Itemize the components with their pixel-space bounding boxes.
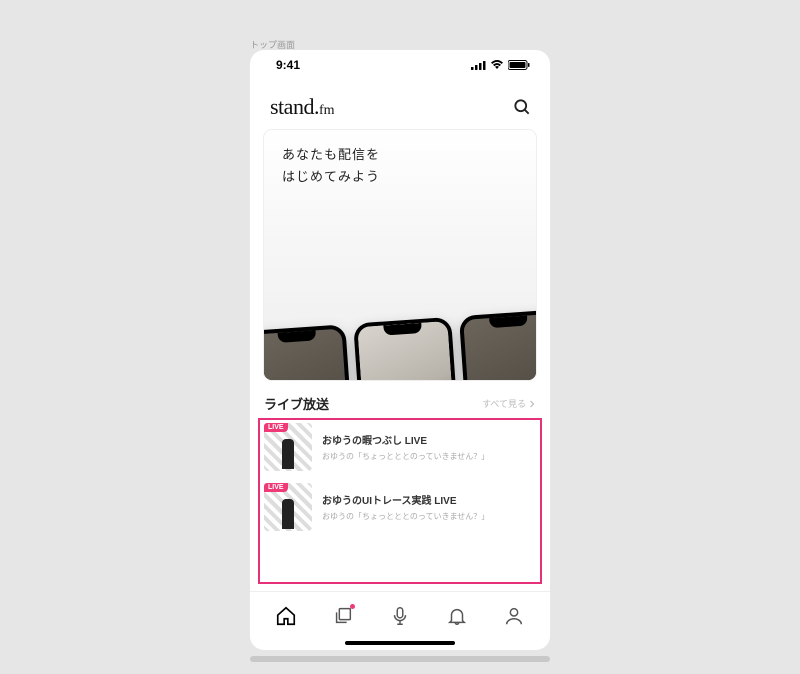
hero-banner[interactable]: あなたも配信を はじめてみよう	[264, 130, 536, 380]
live-item[interactable]: LIVE おゆうの暇つぶし LIVE おゆうの「ちょっとととのっていきません？」	[264, 423, 536, 471]
live-item-subtitle: おゆうの「ちょっとととのっていきません？」	[322, 511, 489, 522]
person-icon	[503, 605, 525, 627]
logo-sub: fm	[319, 103, 335, 118]
home-indicator	[345, 641, 455, 645]
status-bar: 9:41	[250, 50, 550, 76]
live-section-title: ライブ放送	[264, 394, 329, 413]
live-section-more[interactable]: すべて見る	[482, 397, 536, 410]
hero-text-line2: はじめてみよう	[282, 166, 536, 188]
tab-feed[interactable]	[323, 596, 363, 636]
live-item-title: おゆうのUIトレース実践 LIVE	[322, 492, 489, 507]
notification-dot-icon	[350, 604, 355, 609]
app-logo: stand.fm	[270, 94, 335, 120]
live-item[interactable]: LIVE おゆうのUIトレース実践 LIVE おゆうの「ちょっとととのっていきま…	[264, 483, 536, 531]
live-item-title: おゆうの暇つぶし LIVE	[322, 432, 489, 447]
horizontal-scrollbar[interactable]	[250, 656, 550, 662]
hero-phones-graphic	[264, 309, 536, 380]
live-thumbnail: LIVE	[264, 483, 312, 531]
wifi-icon	[490, 60, 504, 70]
microphone-icon	[389, 605, 411, 627]
hero-text-line1: あなたも配信を	[282, 144, 536, 166]
live-section-head: ライブ放送 すべて見る	[264, 394, 536, 413]
status-time: 9:41	[276, 58, 300, 72]
logo-main: stand.	[270, 94, 319, 119]
tab-profile[interactable]	[494, 596, 534, 636]
live-badge: LIVE	[264, 483, 288, 492]
tab-bar	[250, 591, 550, 639]
live-section: ライブ放送 すべて見る LIVE おゆうの暇つぶし LIVE おゆうの「ちょっと…	[250, 380, 550, 543]
live-meta: おゆうのUIトレース実践 LIVE おゆうの「ちょっとととのっていきません？」	[322, 483, 489, 531]
live-badge: LIVE	[264, 423, 288, 432]
tab-notifications[interactable]	[437, 596, 477, 636]
tab-record[interactable]	[380, 596, 420, 636]
home-icon	[275, 605, 297, 627]
search-icon[interactable]	[512, 97, 532, 117]
tab-home[interactable]	[266, 596, 306, 636]
live-section-more-label: すべて見る	[482, 397, 526, 410]
live-thumbnail: LIVE	[264, 423, 312, 471]
live-item-subtitle: おゆうの「ちょっとととのっていきません？」	[322, 451, 489, 462]
signal-icon	[471, 60, 486, 70]
battery-icon	[508, 60, 530, 70]
chevron-right-icon	[528, 400, 536, 408]
app-header: stand.fm	[250, 76, 550, 130]
live-meta: おゆうの暇つぶし LIVE おゆうの「ちょっとととのっていきません？」	[322, 423, 489, 471]
bell-icon	[446, 605, 468, 627]
status-icons	[471, 60, 530, 70]
phone-frame: 9:41 stand.fm あなたも配信を はじめてみよう ライブ放送 すべて見…	[250, 50, 550, 650]
